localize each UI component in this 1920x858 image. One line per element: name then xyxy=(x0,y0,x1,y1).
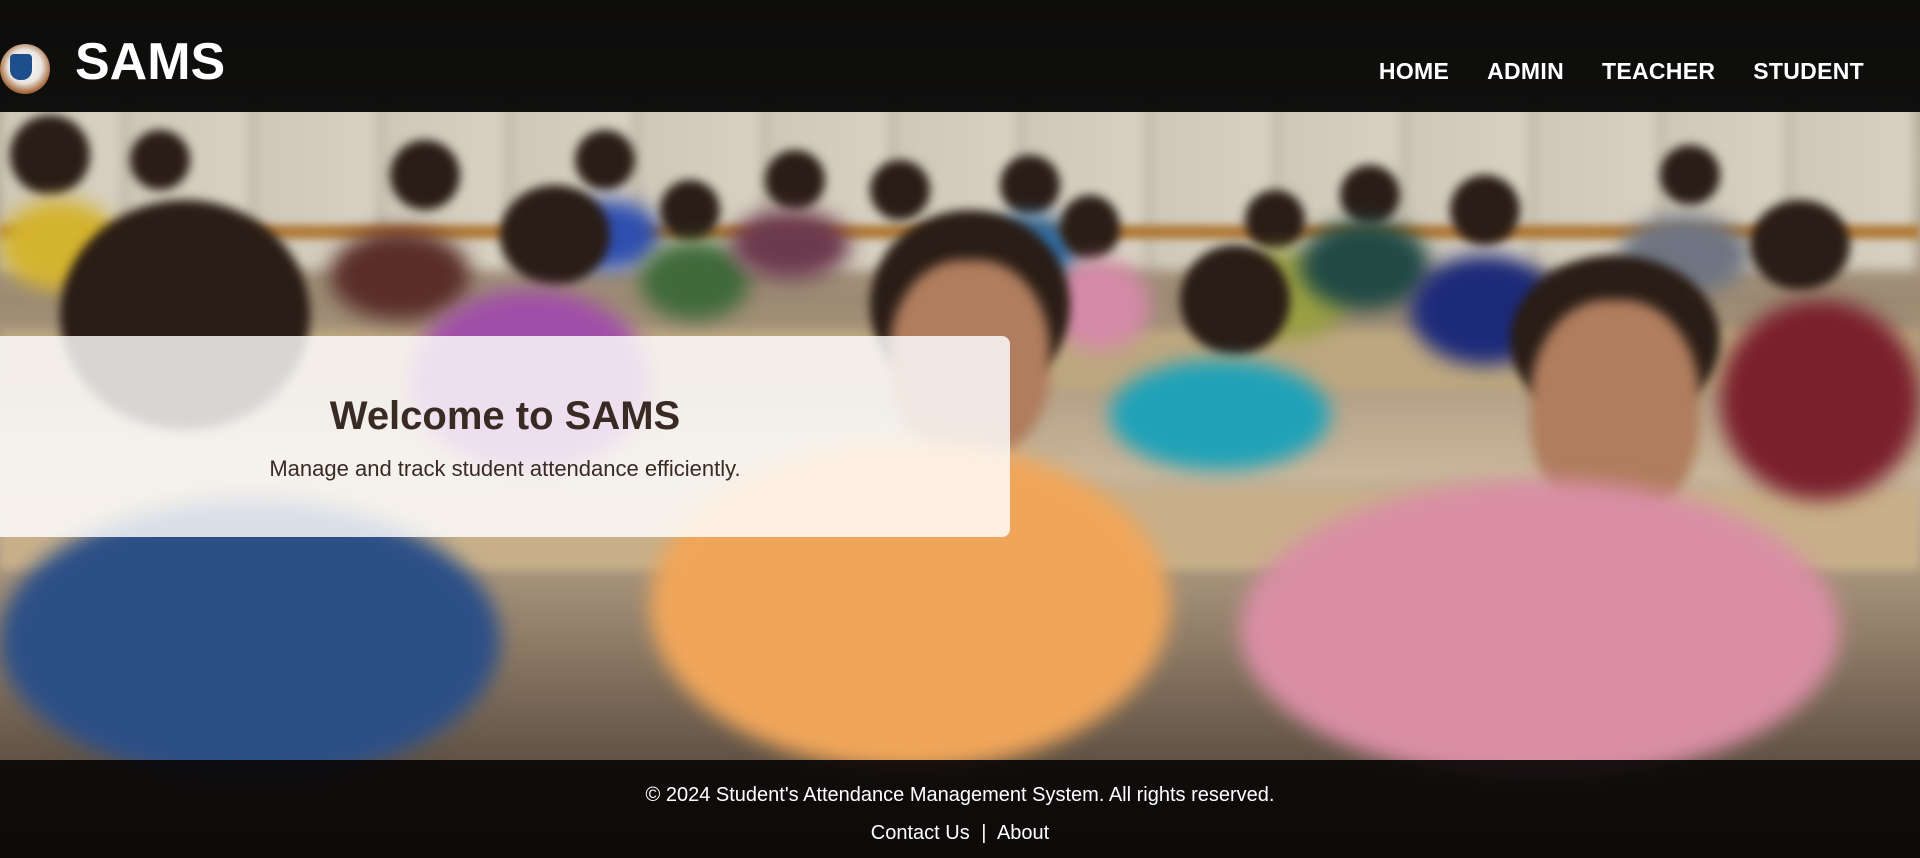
about-link[interactable]: About xyxy=(997,822,1049,844)
brand-title[interactable]: SAMS xyxy=(75,30,225,94)
welcome-title: Welcome to SAMS xyxy=(329,394,681,438)
copyright-text: © 2024 Student's Attendance Management S… xyxy=(645,784,1275,806)
main-nav: HOME ADMIN TEACHER STUDENT xyxy=(1379,58,1864,85)
footer-links: Contact Us | About xyxy=(0,822,1920,845)
contact-us-link[interactable]: Contact Us xyxy=(871,822,970,844)
welcome-subtitle: Manage and track student attendance effi… xyxy=(269,456,741,481)
welcome-card: Welcome to SAMS Manage and track student… xyxy=(0,336,1010,537)
footer-separator: | xyxy=(981,822,987,844)
nav-student-link[interactable]: STUDENT xyxy=(1753,58,1864,85)
nav-teacher-link[interactable]: TEACHER xyxy=(1602,58,1715,85)
site-footer: © 2024 Student's Attendance Management S… xyxy=(0,760,1920,858)
nav-home-link[interactable]: HOME xyxy=(1379,58,1449,85)
site-header: SAMS HOME ADMIN TEACHER STUDENT xyxy=(0,0,1920,112)
nav-admin-link[interactable]: ADMIN xyxy=(1487,58,1564,85)
school-logo-icon[interactable] xyxy=(0,44,50,94)
